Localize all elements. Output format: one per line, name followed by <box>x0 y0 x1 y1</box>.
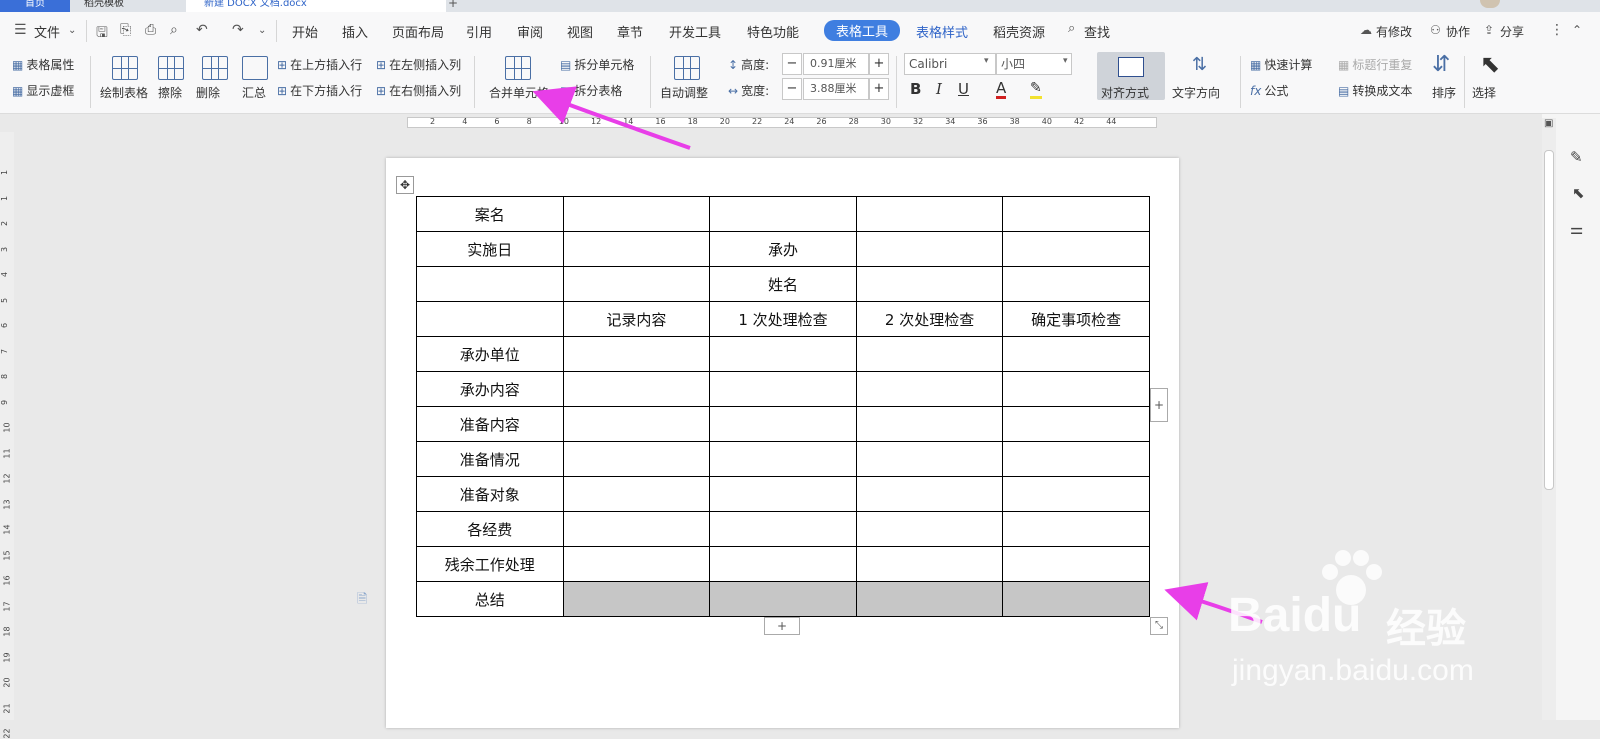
watermark-brand: Baidu <box>1228 589 1362 642</box>
baidu-watermark: Baidu 经验 jingyan.baidu.com <box>1228 546 1528 706</box>
arrow-to-merge-cells <box>532 86 691 150</box>
watermark-brand-cn: 经验 <box>1386 607 1466 651</box>
ruler-tick-label: 22 <box>2 728 12 739</box>
watermark-url: jingyan.baidu.com <box>1232 654 1474 687</box>
